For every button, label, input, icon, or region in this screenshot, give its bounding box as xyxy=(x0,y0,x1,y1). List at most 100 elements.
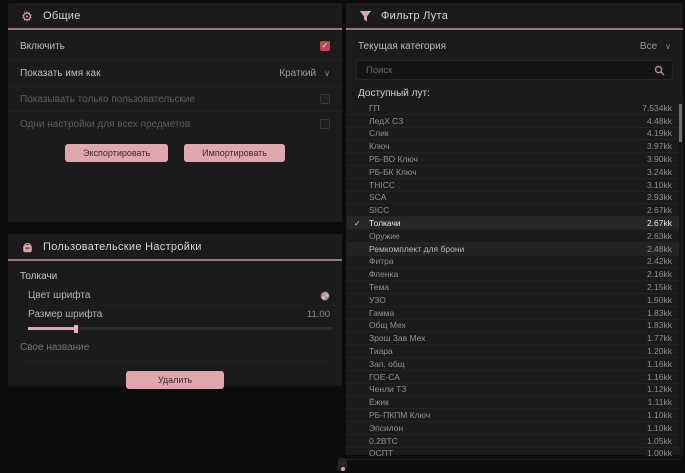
loot-item-value: 2.63kk xyxy=(647,231,672,241)
loot-list-item[interactable]: ✓ Ключ 3.97kk xyxy=(347,140,682,153)
loot-item-value: 2.67kk xyxy=(647,218,672,228)
loot-item-value: 1.10kk xyxy=(647,423,672,433)
loot-item-value: 3.97kk xyxy=(647,141,672,151)
loot-list-item[interactable]: ✓ Зрош Зав Мех 1.77kk xyxy=(347,332,682,345)
loot-item-name: Ремкомплект для брони xyxy=(369,244,464,254)
slider-fill xyxy=(28,327,74,330)
loot-item-name: 0.2BTC xyxy=(369,436,398,446)
export-import-row: Экспортировать Импортировать xyxy=(8,144,342,162)
name-mode-row: Показать имя как Краткий ∨ xyxy=(8,60,342,87)
loot-list-item[interactable]: ✓ SICC 2.67kk xyxy=(347,204,682,217)
loot-list-item[interactable]: ✓ 0.2BTC 1.05kk xyxy=(347,435,682,448)
chevron-down-icon: ∨ xyxy=(665,42,671,51)
slider-thumb[interactable] xyxy=(74,325,78,333)
custom-name-input[interactable] xyxy=(20,340,330,355)
loot-list-item[interactable]: ✓ Гамма 1.83kk xyxy=(347,307,682,320)
loot-list-item[interactable]: ✓ РБ-ПКПМ Ключ 1.10kk xyxy=(347,409,682,422)
list-scrollbar[interactable] xyxy=(679,102,682,460)
loot-list-item[interactable]: ✓ Толкачи 2.67kk xyxy=(347,217,682,230)
loot-item-value: 2.67kk xyxy=(647,205,672,215)
loot-item-value: 1.00kk xyxy=(647,448,672,458)
enable-label: Включить xyxy=(20,41,65,52)
loot-item-value: 7.534kk xyxy=(642,103,672,113)
same-settings-checkbox[interactable] xyxy=(320,119,330,129)
loot-list-item[interactable]: ✓ РБ-ВО Ключ 3.90kk xyxy=(347,153,682,166)
search-icon[interactable] xyxy=(654,65,665,76)
filter-panel-title: Фильтр Лута xyxy=(381,10,448,22)
loot-item-value: 3.24kk xyxy=(647,167,672,177)
loot-item-name: РБ-БК Ключ xyxy=(369,167,417,177)
general-settings-panel: ⚙ Общие Включить ✓ Показать имя как Крат… xyxy=(8,3,342,222)
enable-checkbox[interactable]: ✓ xyxy=(320,41,330,51)
loot-item-name: РБ-ПКПМ Ключ xyxy=(369,410,430,420)
delete-button[interactable]: Удалить xyxy=(126,371,224,389)
loot-filter-panel: Фильтр Лута Текущая категория Все ∨ Дост… xyxy=(346,3,683,455)
loot-item-name: ОСПТ xyxy=(369,448,393,458)
loot-item-value: 2.16kk xyxy=(647,269,672,279)
loot-list-item[interactable]: ✓ ГП 7.534kk xyxy=(347,102,682,115)
font-size-slider[interactable] xyxy=(28,327,332,330)
color-picker-icon[interactable] xyxy=(320,291,330,301)
loot-list-item[interactable]: ✓ Общ Мех 1.83kk xyxy=(347,320,682,333)
only-custom-checkbox[interactable] xyxy=(320,94,330,104)
loot-item-name: Слик xyxy=(369,128,389,138)
loot-item-value: 2.15kk xyxy=(647,282,672,292)
loot-item-value: 2.93kk xyxy=(647,192,672,202)
loot-list-item[interactable]: ✓ Фитра 2.42kk xyxy=(347,256,682,269)
loot-item-name: Эпсилон xyxy=(369,423,403,433)
drag-handle-icon[interactable] xyxy=(338,458,347,471)
name-mode-dropdown[interactable]: Краткий ∨ xyxy=(279,68,330,79)
loot-item-name: Зрош Зав Мех xyxy=(369,333,425,343)
check-icon: ✓ xyxy=(354,219,361,228)
only-custom-row: Показывать только пользовательские xyxy=(8,87,342,112)
scrollbar-thumb[interactable] xyxy=(679,104,682,142)
loot-list-item[interactable]: ✓ Ремкомплект для брони 2.48kk xyxy=(347,243,682,256)
export-button[interactable]: Экспортировать xyxy=(65,144,168,162)
filter-panel-header: Фильтр Лута xyxy=(346,3,683,30)
loot-list-item[interactable]: ✓ ОСПТ 1.00kk xyxy=(347,448,682,461)
loot-list-item[interactable]: ✓ УЗО 1.90kk xyxy=(347,294,682,307)
font-size-row: Размер шрифта 11.00 xyxy=(28,306,338,323)
loot-list-item[interactable]: ✓ SCA 2.93kk xyxy=(347,192,682,205)
custom-panel-title: Пользовательские Настройки xyxy=(43,241,202,253)
same-settings-row: Одни настройки для всех предметов xyxy=(8,112,342,136)
backpack-icon xyxy=(20,240,34,254)
loot-item-name: Фленка xyxy=(369,269,398,279)
loot-item-name: Ченли ТЗ xyxy=(369,384,406,394)
loot-list-item[interactable]: ✓ Ченли ТЗ 1.12kk xyxy=(347,384,682,397)
loot-item-value: 1.12kk xyxy=(647,384,672,394)
loot-list-item[interactable]: ✓ ГОЕ-СА 1.16kk xyxy=(347,371,682,384)
same-settings-label: Одни настройки для всех предметов xyxy=(20,119,190,130)
funnel-icon xyxy=(358,9,372,23)
loot-item-name: Фитра xyxy=(369,256,394,266)
custom-name-row xyxy=(20,337,330,362)
import-button[interactable]: Импортировать xyxy=(184,144,285,162)
loot-item-name: Толкачи xyxy=(369,218,401,228)
loot-list-item[interactable]: ✓ Тема 2.15kk xyxy=(347,281,682,294)
loot-list-item[interactable]: ✓ Тиара 1.20kk xyxy=(347,345,682,358)
loot-list-item[interactable]: ✓ Оружие 2.63kk xyxy=(347,230,682,243)
loot-item-name: УЗО xyxy=(369,295,386,305)
loot-list-item[interactable]: ✓ Слик 4.19kk xyxy=(347,128,682,141)
font-size-label: Размер шрифта xyxy=(28,309,102,320)
loot-list-item[interactable]: ✓ Фленка 2.16kk xyxy=(347,268,682,281)
gear-icon: ⚙ xyxy=(20,9,34,23)
loot-item-name: Ключ xyxy=(369,141,390,151)
loot-list-item[interactable]: ✓ ЛедХ СЗ 4.48kk xyxy=(347,115,682,128)
search-input[interactable] xyxy=(364,64,654,77)
loot-item-value: 4.19kk xyxy=(647,128,672,138)
loot-list-item[interactable]: ✓ Ёжик 1.11kk xyxy=(347,396,682,409)
category-row: Текущая категория Все ∨ xyxy=(346,34,683,58)
category-dropdown[interactable]: Все ∨ xyxy=(640,41,671,52)
loot-list-item[interactable]: ✓ Эпсилон 1.10kk xyxy=(347,422,682,435)
font-color-label: Цвет шрифта xyxy=(28,290,90,301)
loot-list-item[interactable]: ✓ Зап. общ 1.16kk xyxy=(347,358,682,371)
loot-list-item[interactable]: ✓ THICC 3.10kk xyxy=(347,179,682,192)
loot-item-name: Тема xyxy=(369,282,389,292)
font-size-value: 11.00 xyxy=(307,309,330,320)
loot-list-item[interactable]: ✓ РБ-БК Ключ 3.24kk xyxy=(347,166,682,179)
loot-item-name: SICC xyxy=(369,205,389,215)
only-custom-label: Показывать только пользовательские xyxy=(20,94,195,105)
loot-item-name: ЛедХ СЗ xyxy=(369,116,403,126)
loot-item-name: Ёжик xyxy=(369,397,389,407)
